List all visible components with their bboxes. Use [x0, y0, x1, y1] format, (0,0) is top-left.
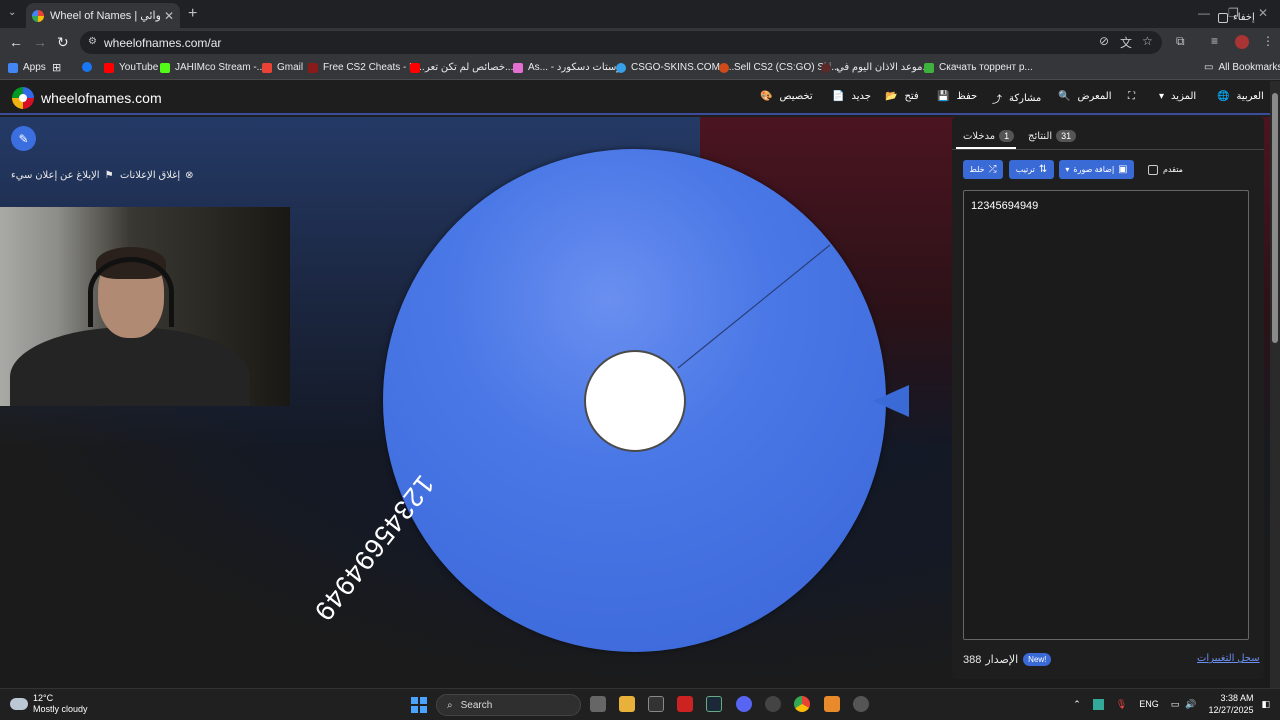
app-icon[interactable]	[824, 696, 840, 712]
add-image-button[interactable]: ▾ إضافة صورة ▣	[1059, 160, 1134, 179]
version-label: الإصدار	[985, 654, 1019, 666]
sort-button[interactable]: ترتيب ⇅	[1009, 160, 1054, 179]
wheel-center-hub[interactable]	[584, 350, 686, 452]
changelog-link[interactable]: سجل التغييرات	[1197, 653, 1260, 664]
image-icon: ▣	[1118, 164, 1128, 175]
tab-results-label: النتائج	[1028, 130, 1053, 142]
shuffle-icon: ⤮	[988, 164, 997, 175]
tab-entries[interactable]: مدخلات 1	[963, 130, 1015, 142]
chrome-icon[interactable]	[794, 696, 810, 712]
windows-start-icon[interactable]	[411, 697, 427, 713]
results-count-badge: 31	[1056, 130, 1077, 142]
network-icon[interactable]: ▭	[1171, 699, 1180, 710]
add-image-label: إضافة صورة	[1073, 165, 1115, 174]
version-info: 388 الإصدار New!	[963, 653, 1052, 666]
advanced-checkbox[interactable]	[1148, 164, 1158, 175]
app-icon[interactable]	[677, 696, 693, 712]
time: 3:38 AM	[1220, 693, 1254, 703]
tab-entries-label: مدخلات	[963, 130, 996, 142]
weather-condition: Mostly cloudy	[33, 704, 88, 714]
tabs-divider	[952, 149, 1264, 150]
wheel-pointer-icon	[873, 385, 909, 417]
entries-count-badge: 1	[999, 130, 1015, 142]
steam-icon[interactable]	[706, 696, 722, 712]
sort-icon: ⇅	[1038, 164, 1048, 175]
advanced-label: متقدم	[1163, 165, 1183, 174]
task-view-icon[interactable]	[590, 696, 606, 712]
tab-results[interactable]: النتائج 31	[1028, 130, 1077, 142]
windows-taskbar: 12°C Mostly cloudy ⌕ Search ⌃ 🎙 ENG ▭ 🔊 …	[0, 688, 1280, 720]
chevron-down-icon: ▾	[1065, 165, 1070, 174]
shuffle-label: خلط	[969, 165, 985, 174]
chevron-up-icon[interactable]: ⌃	[1073, 699, 1081, 710]
app-icon[interactable]	[648, 696, 664, 712]
date: 12/27/2025	[1208, 705, 1254, 715]
advanced-toggle[interactable]: متقدم	[1143, 160, 1188, 179]
entries-textarea[interactable]: 12345694949	[963, 190, 1249, 640]
cloud-icon	[10, 698, 28, 710]
language-indicator[interactable]: ENG	[1139, 699, 1159, 709]
hide-toggle[interactable]: إخفاء	[1218, 12, 1255, 23]
discord-icon[interactable]	[736, 696, 752, 712]
new-badge: New!	[1023, 653, 1052, 666]
search-icon: ⌕	[447, 699, 453, 711]
sort-label: ترتيب	[1015, 165, 1035, 174]
shuffle-button[interactable]: خلط ⤮	[963, 160, 1003, 179]
tray-app-icon[interactable]	[1092, 698, 1104, 710]
clock[interactable]: 3:38 AM 12/27/2025	[1208, 692, 1253, 716]
microphone-icon[interactable]: 🎙	[1116, 699, 1127, 710]
system-tray: ⌃ 🎙 ENG ▭ 🔊 3:38 AM 12/27/2025 ◧	[1073, 692, 1270, 716]
search-label: Search	[460, 699, 493, 711]
version-number: 388	[963, 653, 982, 666]
app-icon[interactable]	[765, 696, 781, 712]
weather-widget[interactable]: 12°C Mostly cloudy	[10, 693, 88, 715]
settings-icon[interactable]	[853, 696, 869, 712]
temperature: 12°C	[33, 693, 54, 703]
hide-label: إخفاء	[1233, 12, 1255, 23]
wheel-segment-divider	[677, 244, 831, 369]
hide-checkbox[interactable]	[1218, 12, 1228, 23]
taskbar-search[interactable]: ⌕ Search	[436, 694, 581, 716]
entry-line: 12345694949	[971, 200, 1039, 212]
notifications-icon[interactable]: ◧	[1261, 699, 1270, 710]
volume-icon[interactable]: 🔊	[1185, 699, 1196, 710]
file-explorer-icon[interactable]	[619, 696, 635, 712]
